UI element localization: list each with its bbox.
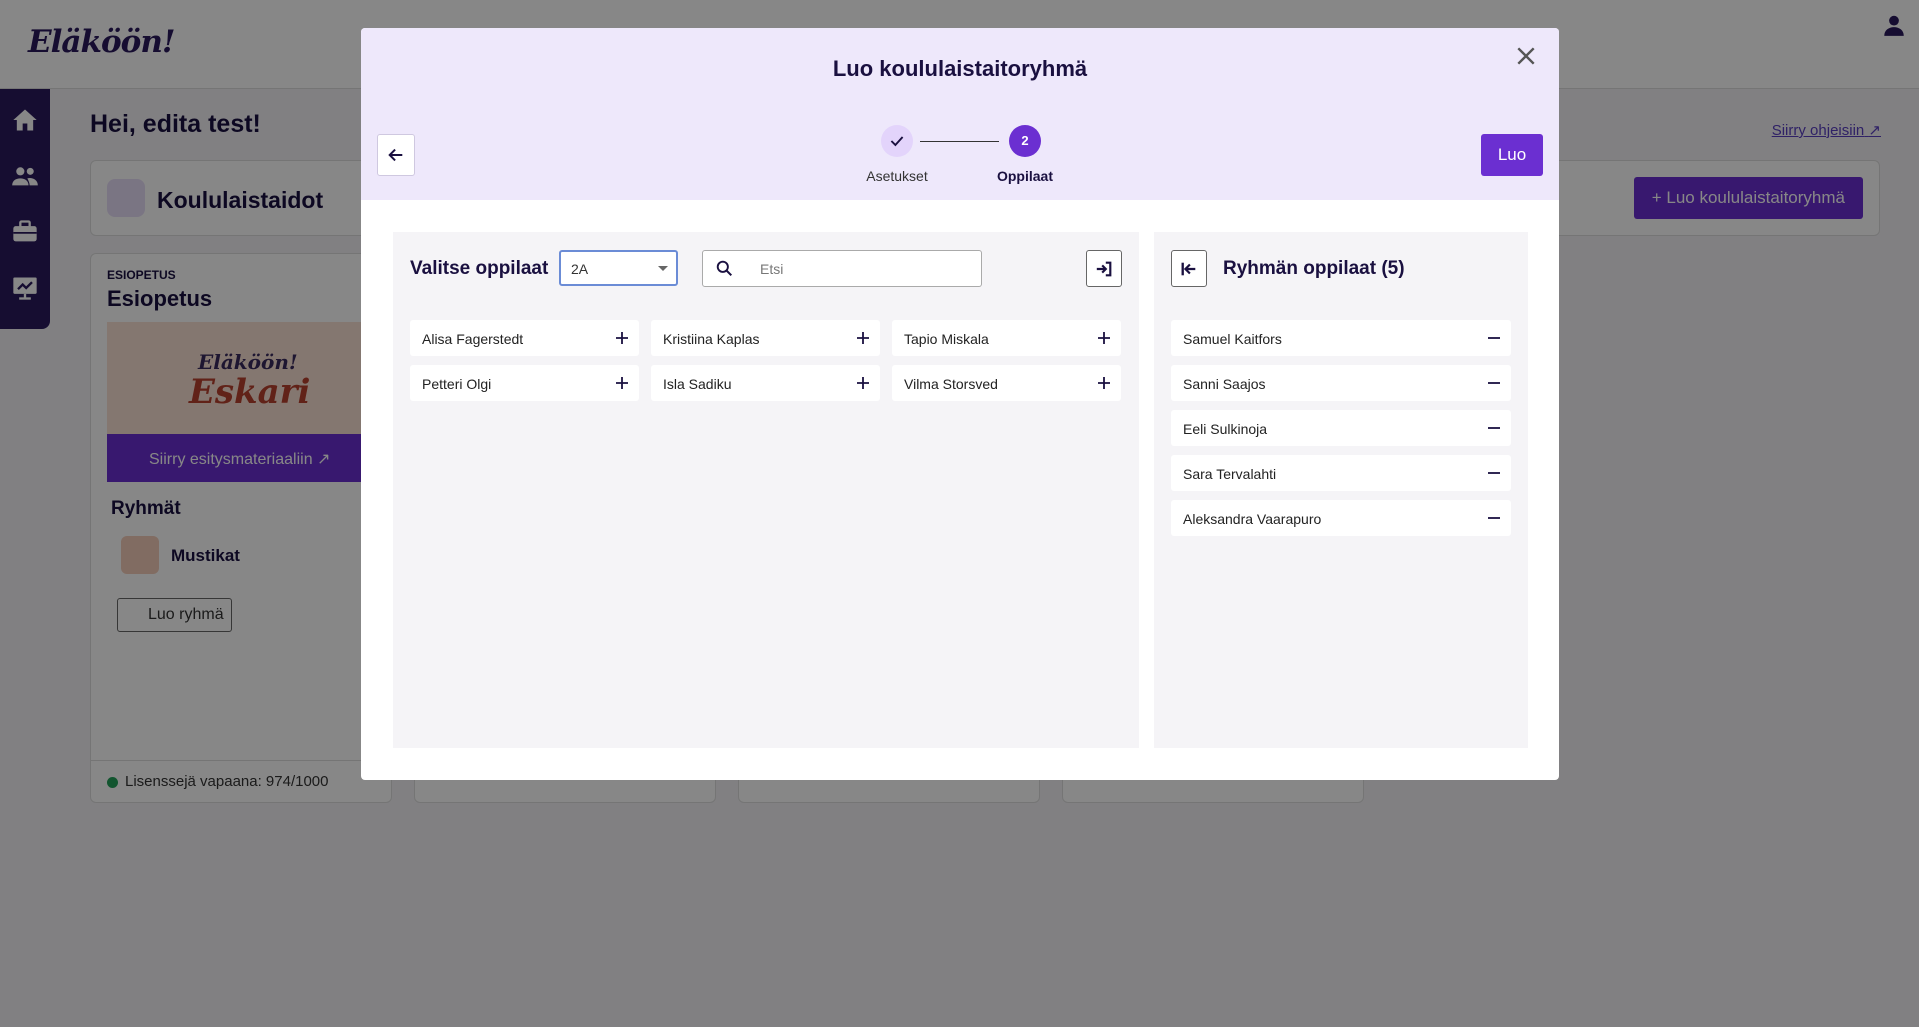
group-student-chip[interactable]: Samuel Kaitfors bbox=[1171, 320, 1511, 356]
group-students-list: Samuel Kaitfors Sanni Saajos Eeli Sulkin… bbox=[1171, 320, 1511, 536]
student-name: Eeli Sulkinoja bbox=[1183, 421, 1268, 437]
student-name: Tapio Miskala bbox=[904, 331, 989, 347]
remove-all-button[interactable] bbox=[1171, 250, 1207, 287]
student-name: Samuel Kaitfors bbox=[1183, 331, 1282, 347]
plus-icon[interactable] bbox=[615, 331, 629, 345]
arrow-left-to-line-icon bbox=[1181, 262, 1196, 276]
plus-icon[interactable] bbox=[1097, 376, 1111, 390]
group-student-chip[interactable]: Sanni Saajos bbox=[1171, 365, 1511, 401]
student-chip[interactable]: Petteri Olgi bbox=[410, 365, 639, 401]
group-student-chip[interactable]: Sara Tervalahti bbox=[1171, 455, 1511, 491]
stepper-connector bbox=[920, 141, 999, 142]
student-chip[interactable]: Alisa Fagerstedt bbox=[410, 320, 639, 356]
student-name: Sanni Saajos bbox=[1183, 376, 1266, 392]
step-1-label: Asetukset bbox=[866, 168, 928, 184]
plus-icon[interactable] bbox=[856, 376, 870, 390]
step-2-indicator: 2 bbox=[1009, 125, 1041, 157]
minus-icon[interactable] bbox=[1487, 331, 1501, 345]
create-group-modal: Luo koululaistaitoryhmä 2 Asetukset Oppi… bbox=[361, 28, 1559, 780]
student-name: Aleksandra Vaarapuro bbox=[1183, 511, 1322, 527]
student-name: Kristiina Kaplas bbox=[663, 331, 760, 347]
back-button[interactable] bbox=[377, 134, 415, 176]
create-button[interactable]: Luo bbox=[1481, 134, 1543, 176]
minus-icon[interactable] bbox=[1487, 466, 1501, 480]
sign-in-icon bbox=[1096, 261, 1112, 277]
modal-header: Luo koululaistaitoryhmä 2 Asetukset Oppi… bbox=[361, 28, 1559, 200]
chevron-down-icon bbox=[658, 266, 668, 271]
search-icon bbox=[716, 260, 733, 277]
student-chip[interactable]: Isla Sadiku bbox=[651, 365, 880, 401]
group-students-panel: Ryhmän oppilaat (5) Samuel Kaitfors Sann… bbox=[1154, 232, 1528, 748]
plus-icon[interactable] bbox=[615, 376, 629, 390]
add-all-button[interactable] bbox=[1086, 250, 1122, 287]
group-student-chip[interactable]: Aleksandra Vaarapuro bbox=[1171, 500, 1511, 536]
student-name: Alisa Fagerstedt bbox=[422, 331, 524, 347]
student-name: Petteri Olgi bbox=[422, 376, 492, 392]
student-name: Isla Sadiku bbox=[663, 376, 732, 392]
step-1-indicator bbox=[881, 125, 913, 157]
class-select-value: 2A bbox=[571, 261, 589, 277]
minus-icon[interactable] bbox=[1487, 421, 1501, 435]
modal-title: Luo koululaistaitoryhmä bbox=[832, 56, 1088, 81]
search-button[interactable] bbox=[702, 250, 747, 287]
group-students-title: Ryhmän oppilaat (5) bbox=[1223, 258, 1405, 279]
check-icon bbox=[890, 136, 904, 147]
plus-icon[interactable] bbox=[1097, 331, 1111, 345]
student-search-input[interactable] bbox=[746, 250, 982, 287]
student-name: Vilma Storsved bbox=[904, 376, 998, 392]
arrow-left-icon bbox=[388, 148, 403, 162]
student-name: Sara Tervalahti bbox=[1183, 466, 1277, 482]
step-2-label: Oppilaat bbox=[996, 168, 1053, 184]
available-students-title: Valitse oppilaat bbox=[410, 258, 549, 279]
available-students-panel: Valitse oppilaat 2A Alisa Fagerstedt Kri… bbox=[393, 232, 1139, 748]
student-chip[interactable]: Vilma Storsved bbox=[892, 365, 1121, 401]
student-chip[interactable]: Tapio Miskala bbox=[892, 320, 1121, 356]
student-chip[interactable]: Kristiina Kaplas bbox=[651, 320, 880, 356]
available-students-list: Alisa Fagerstedt Kristiina Kaplas Tapio … bbox=[410, 320, 1123, 401]
close-icon[interactable] bbox=[1515, 45, 1537, 67]
minus-icon[interactable] bbox=[1487, 376, 1501, 390]
group-student-chip[interactable]: Eeli Sulkinoja bbox=[1171, 410, 1511, 446]
class-select[interactable]: 2A bbox=[559, 250, 678, 286]
plus-icon[interactable] bbox=[856, 331, 870, 345]
minus-icon[interactable] bbox=[1487, 511, 1501, 525]
